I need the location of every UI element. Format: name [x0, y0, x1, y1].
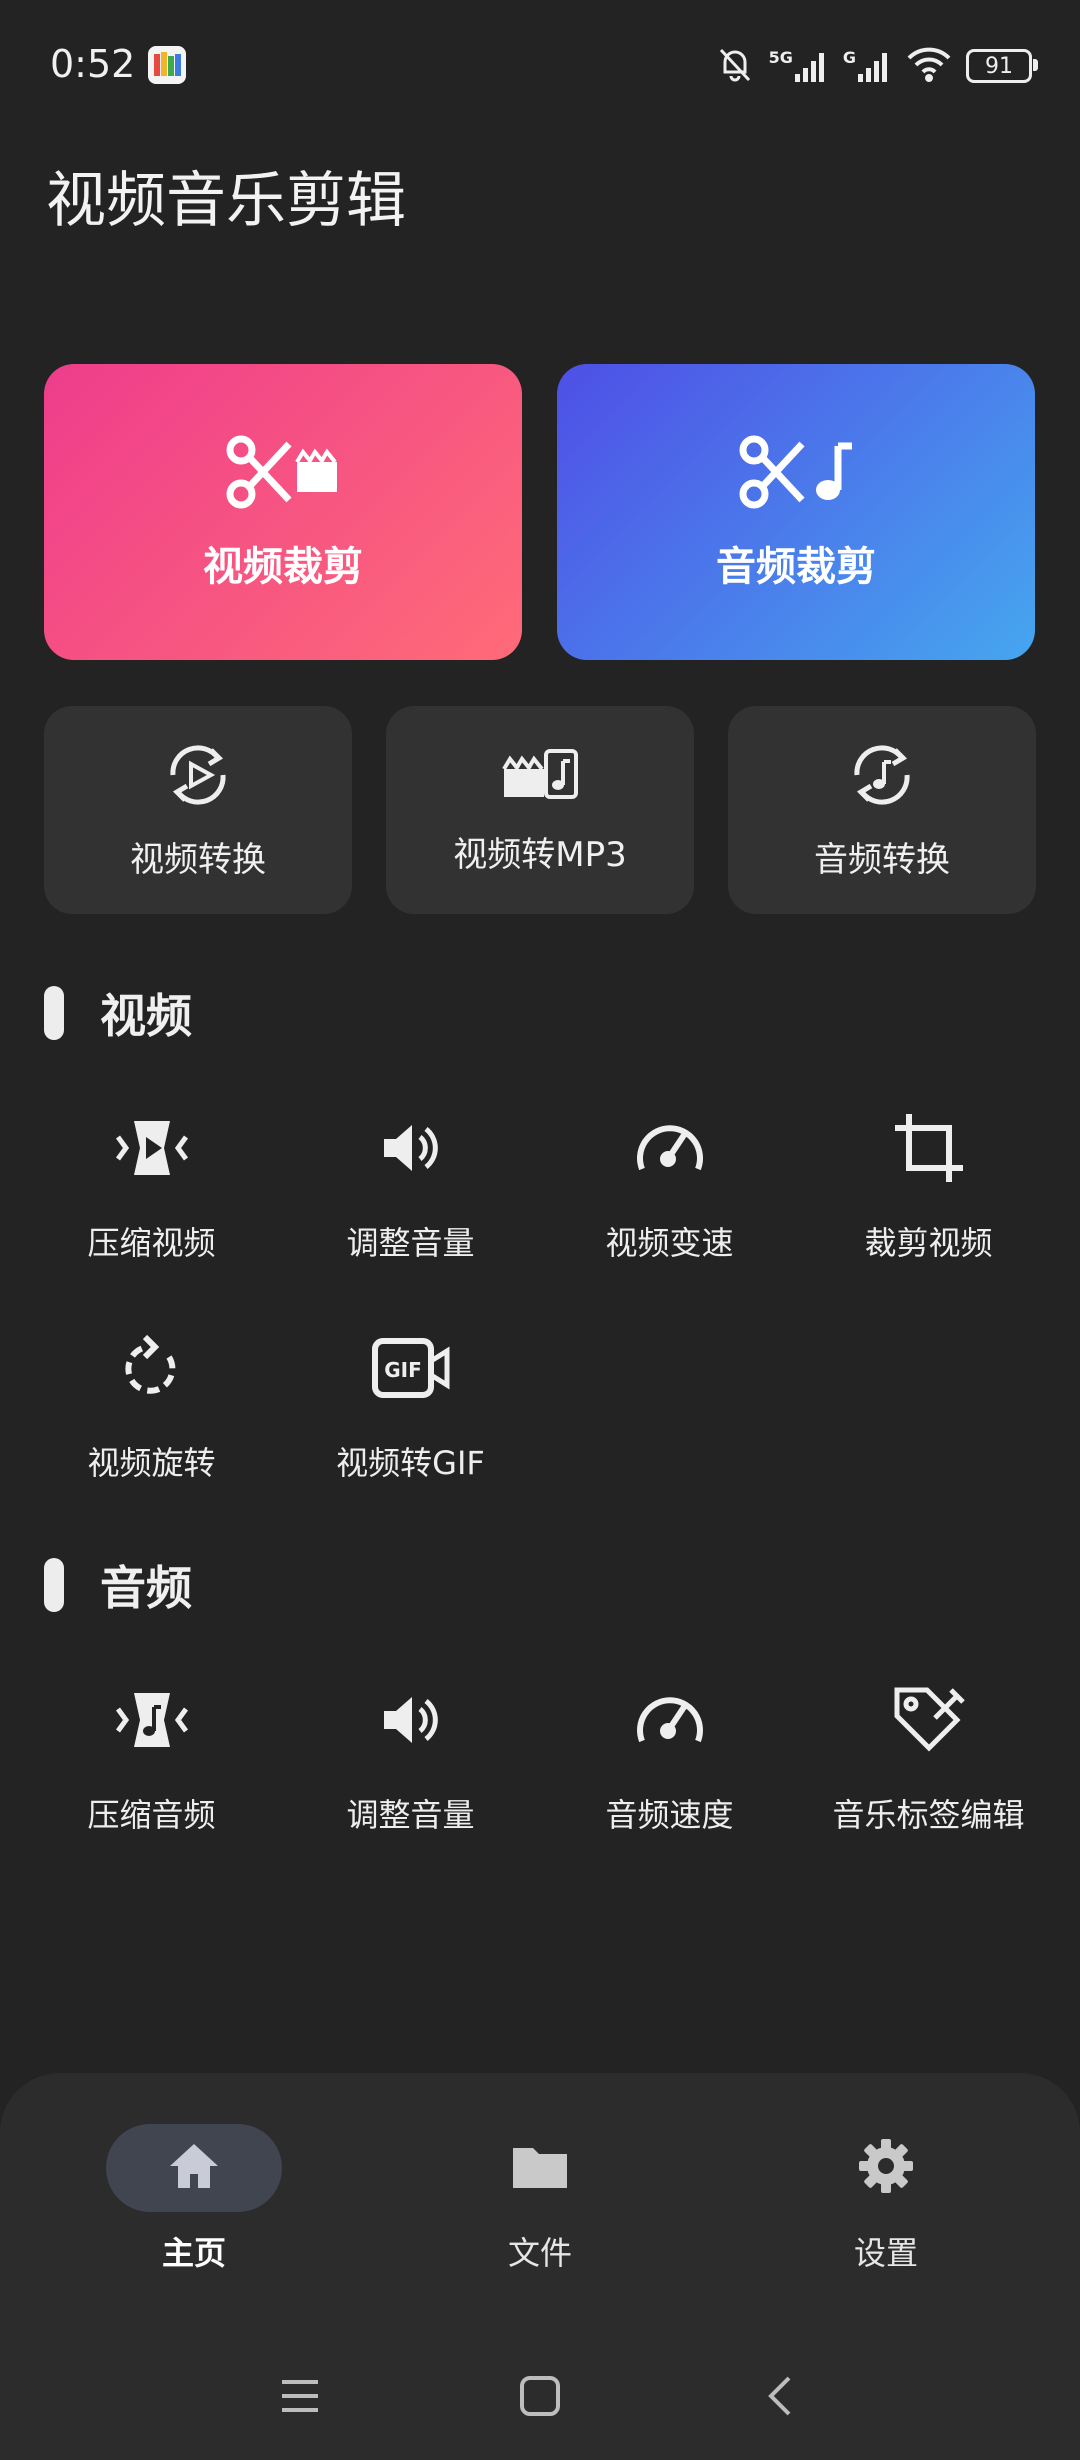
- video-speed-label: 视频变速: [605, 1224, 734, 1262]
- back-system-button[interactable]: [740, 2368, 820, 2428]
- nav-settings-pill: [798, 2124, 974, 2212]
- section-accent-bar: [44, 1558, 64, 1612]
- adjust-volume-video-label: 调整音量: [346, 1224, 475, 1262]
- home-icon: [166, 2140, 222, 2196]
- signal-5g-icon: 5G: [769, 48, 829, 84]
- adjust-volume-audio-label: 调整音量: [346, 1796, 475, 1834]
- compress-video-tool[interactable]: 压缩视频: [22, 1100, 281, 1280]
- nav-files-pill: [452, 2124, 628, 2212]
- speedometer-icon: [632, 1680, 708, 1760]
- compress-video-label: 压缩视频: [87, 1224, 216, 1262]
- section-accent-bar: [44, 986, 64, 1040]
- square-icon: [518, 2374, 562, 2422]
- mute-bell-icon: [715, 44, 755, 88]
- nav-settings[interactable]: 设置: [736, 2124, 1036, 2274]
- video-section-header: 视频: [44, 980, 192, 1046]
- rotate-video-tool[interactable]: 视频旋转: [22, 1320, 281, 1500]
- compress-video-icon: [112, 1108, 192, 1188]
- audio-section-header: 音频: [44, 1552, 192, 1618]
- scissors-music-note-icon: [736, 432, 856, 516]
- compress-audio-label: 压缩音频: [87, 1796, 216, 1834]
- audio-crop-card[interactable]: 音频裁剪: [557, 364, 1035, 660]
- video-convert-card[interactable]: 视频转换: [44, 706, 352, 914]
- adjust-volume-audio-tool[interactable]: 调整音量: [281, 1672, 540, 1852]
- audio-speed-tool[interactable]: 音频速度: [540, 1672, 799, 1852]
- audio-convert-card[interactable]: 音频转换: [728, 706, 1036, 914]
- speedometer-icon: [632, 1108, 708, 1188]
- video-to-gif-label: 视频转GIF: [336, 1444, 485, 1482]
- notification-app-icon: [148, 46, 186, 84]
- adjust-volume-video-tool[interactable]: 调整音量: [281, 1100, 540, 1280]
- clapper-note-icon: [500, 745, 580, 809]
- refresh-music-icon: [847, 740, 917, 814]
- video-crop-label: 视频裁剪: [203, 544, 363, 590]
- audio-convert-label: 音频转换: [814, 839, 950, 880]
- crop-video-label: 裁剪视频: [864, 1224, 993, 1262]
- nav-files-label: 文件: [507, 2234, 572, 2272]
- volume-icon: [376, 1680, 446, 1760]
- gif-camera-icon: GIF: [371, 1328, 451, 1408]
- scissors-clapper-icon: [223, 432, 343, 516]
- nav-home[interactable]: 主页: [44, 2124, 344, 2274]
- home-system-button[interactable]: [500, 2368, 580, 2428]
- music-tag-editor-label: 音乐标签编辑: [832, 1796, 1025, 1834]
- video-section-title: 视频: [100, 989, 192, 1043]
- nav-files[interactable]: 文件: [390, 2124, 690, 2274]
- rotate-icon: [117, 1328, 187, 1408]
- nav-home-pill: [106, 2124, 282, 2212]
- crop-video-tool[interactable]: 裁剪视频: [799, 1100, 1058, 1280]
- audio-section-title: 音频: [100, 1561, 192, 1615]
- page-title: 视频音乐剪辑: [46, 166, 406, 236]
- svg-text:GIF: GIF: [384, 1358, 422, 1382]
- status-time: 0:52: [50, 42, 136, 86]
- nav-home-label: 主页: [161, 2234, 226, 2272]
- audio-speed-label: 音频速度: [605, 1796, 734, 1834]
- audio-crop-label: 音频裁剪: [716, 544, 876, 590]
- gear-icon: [857, 2137, 915, 2199]
- folder-icon: [511, 2142, 569, 2194]
- status-icons: 5G G 91: [715, 40, 1038, 92]
- video-crop-card[interactable]: 视频裁剪: [44, 364, 522, 660]
- tag-edit-icon: [891, 1680, 967, 1760]
- video-speed-tool[interactable]: 视频变速: [540, 1100, 799, 1280]
- battery-indicator: 91: [966, 49, 1038, 83]
- video-to-mp3-label: 视频转MP3: [453, 834, 627, 875]
- video-to-mp3-card[interactable]: 视频转MP3: [386, 706, 694, 914]
- video-convert-label: 视频转换: [130, 839, 266, 880]
- video-to-gif-tool[interactable]: GIF 视频转GIF: [281, 1320, 540, 1500]
- compress-audio-icon: [112, 1680, 192, 1760]
- recent-apps-button[interactable]: [260, 2368, 340, 2428]
- signal-g-icon: G: [843, 48, 892, 84]
- crop-icon: [891, 1108, 967, 1188]
- wifi-icon: [906, 45, 952, 87]
- refresh-play-icon: [163, 740, 233, 814]
- nav-settings-label: 设置: [853, 2234, 918, 2272]
- chevron-left-icon: [765, 2374, 795, 2422]
- music-tag-editor-tool[interactable]: 音乐标签编辑: [799, 1672, 1058, 1852]
- rotate-video-label: 视频旋转: [87, 1444, 216, 1482]
- menu-lines-icon: [278, 2376, 322, 2420]
- compress-audio-tool[interactable]: 压缩音频: [22, 1672, 281, 1852]
- volume-icon: [376, 1108, 446, 1188]
